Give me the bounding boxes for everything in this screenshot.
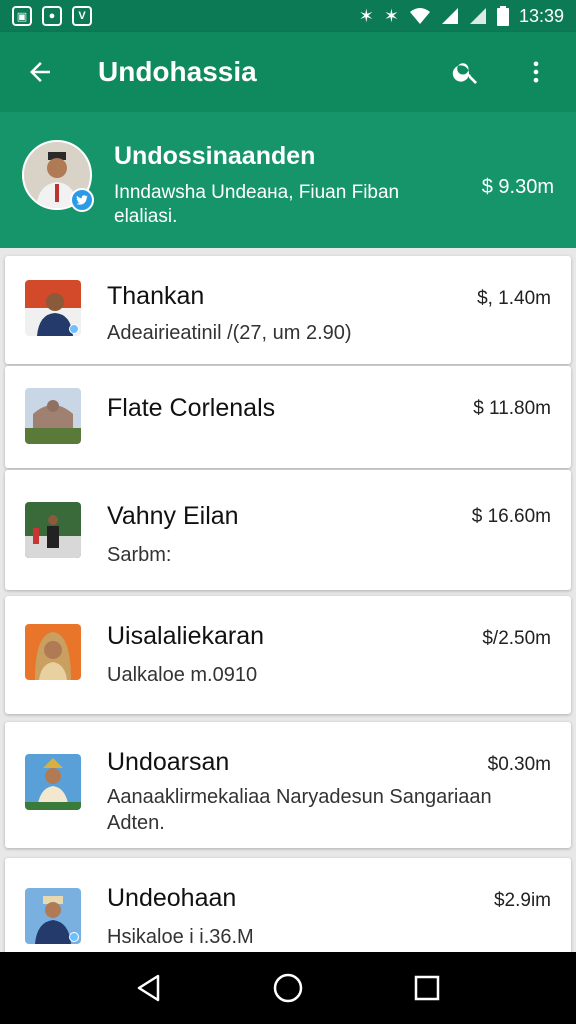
item-title: Vahny Eilan: [107, 502, 239, 530]
list-item[interactable]: Uisalaliekaran Ualkaloe m.0910 $/2.50m: [5, 596, 571, 714]
header-subtitle: Inndawsha Undeaна, Fiuan Fiban elaliasi.: [114, 182, 400, 227]
item-amount: $ 11.80m: [473, 398, 551, 419]
nfc-icon: ✶: [358, 5, 374, 26]
item-thumbnail: [25, 888, 81, 944]
item-amount: $/2.50m: [482, 628, 551, 649]
item-subtitle: Sarbm:: [107, 544, 172, 566]
item-title: Undeohaan: [107, 884, 237, 912]
list-item[interactable]: Undoarsan Aanaaklirmekaliaa Naryadesun S…: [5, 722, 571, 848]
more-vert-icon: [533, 61, 539, 83]
circle-home-icon: [273, 973, 303, 1003]
record-icon: ●: [42, 6, 62, 26]
item-subtitle: Adeairieatinil /(27, um 2.90): [107, 322, 352, 344]
item-subtitle: Hsikaloe i i.36.M: [107, 926, 254, 948]
nav-home-button[interactable]: [264, 964, 312, 1012]
app-v-icon: V: [72, 6, 92, 26]
back-button[interactable]: [20, 52, 60, 92]
status-time: 13:39: [518, 5, 564, 26]
header-title: Undossinaanden: [114, 142, 316, 170]
search-icon: [452, 63, 477, 84]
traditional-dress-icon: [25, 754, 81, 810]
item-thumbnail: [25, 502, 81, 558]
search-button[interactable]: [446, 52, 486, 92]
item-title: Undoarsan: [107, 748, 230, 776]
bird-icon: [76, 195, 88, 205]
wifi-icon: [409, 8, 430, 24]
item-title: Flate Corlenals: [107, 394, 276, 422]
item-title: Thankan: [107, 282, 205, 310]
item-amount: $0.30m: [487, 754, 551, 775]
signal-icon-2: [469, 8, 486, 24]
arrow-left-icon: [30, 62, 50, 82]
item-amount: $2.9im: [493, 890, 551, 911]
item-amount: $, 1.40m: [477, 288, 551, 309]
header-amount: $ 9.30m: [481, 176, 554, 198]
status-bar: ▣ ● V ✶ ✶ 13:39: [0, 0, 576, 32]
item-subtitle: Ualkaloe m.0910: [107, 664, 258, 686]
item-title: Uisalaliekaran: [107, 622, 265, 650]
woman-portrait-icon: [25, 624, 81, 680]
list-item[interactable]: Thankan Adeairieatinil /(27, um 2.90) $,…: [5, 256, 571, 364]
notification-icon: ▣: [12, 6, 32, 26]
triangle-back-icon: [138, 974, 160, 1002]
nav-recents-button[interactable]: [403, 964, 451, 1012]
avatar[interactable]: [22, 140, 94, 212]
profile-header: Undossinaanden Inndawsha Undeaна, Fiuan …: [0, 112, 576, 248]
signal-icon: [441, 8, 458, 24]
app-bar: Undohassia: [0, 32, 576, 112]
item-thumbnail: [25, 280, 81, 336]
nav-back-button[interactable]: [125, 964, 173, 1012]
item-subtitle: Aanaaklirmekaliaa Naryadesun Sangariaan …: [107, 786, 492, 834]
page-title: Undohassia: [98, 56, 257, 87]
item-thumbnail: [25, 754, 81, 810]
item-amount: $ 16.60m: [471, 506, 551, 527]
nfc-icon-2: ✶: [383, 5, 399, 26]
battery-icon: [496, 6, 509, 26]
system-nav-bar: [0, 952, 576, 1024]
item-thumbnail: [25, 388, 81, 444]
list-item[interactable]: Vahny Eilan Sarbm: $ 16.60m: [5, 470, 571, 590]
list-item[interactable]: Flate Corlenals $ 11.80m: [5, 366, 571, 468]
building-icon: [25, 388, 81, 444]
overflow-menu-button[interactable]: [516, 52, 556, 92]
item-thumbnail: [25, 624, 81, 680]
outdoor-people-icon: [25, 502, 81, 558]
verified-badge: [70, 188, 94, 212]
square-recents-icon: [414, 975, 439, 1001]
